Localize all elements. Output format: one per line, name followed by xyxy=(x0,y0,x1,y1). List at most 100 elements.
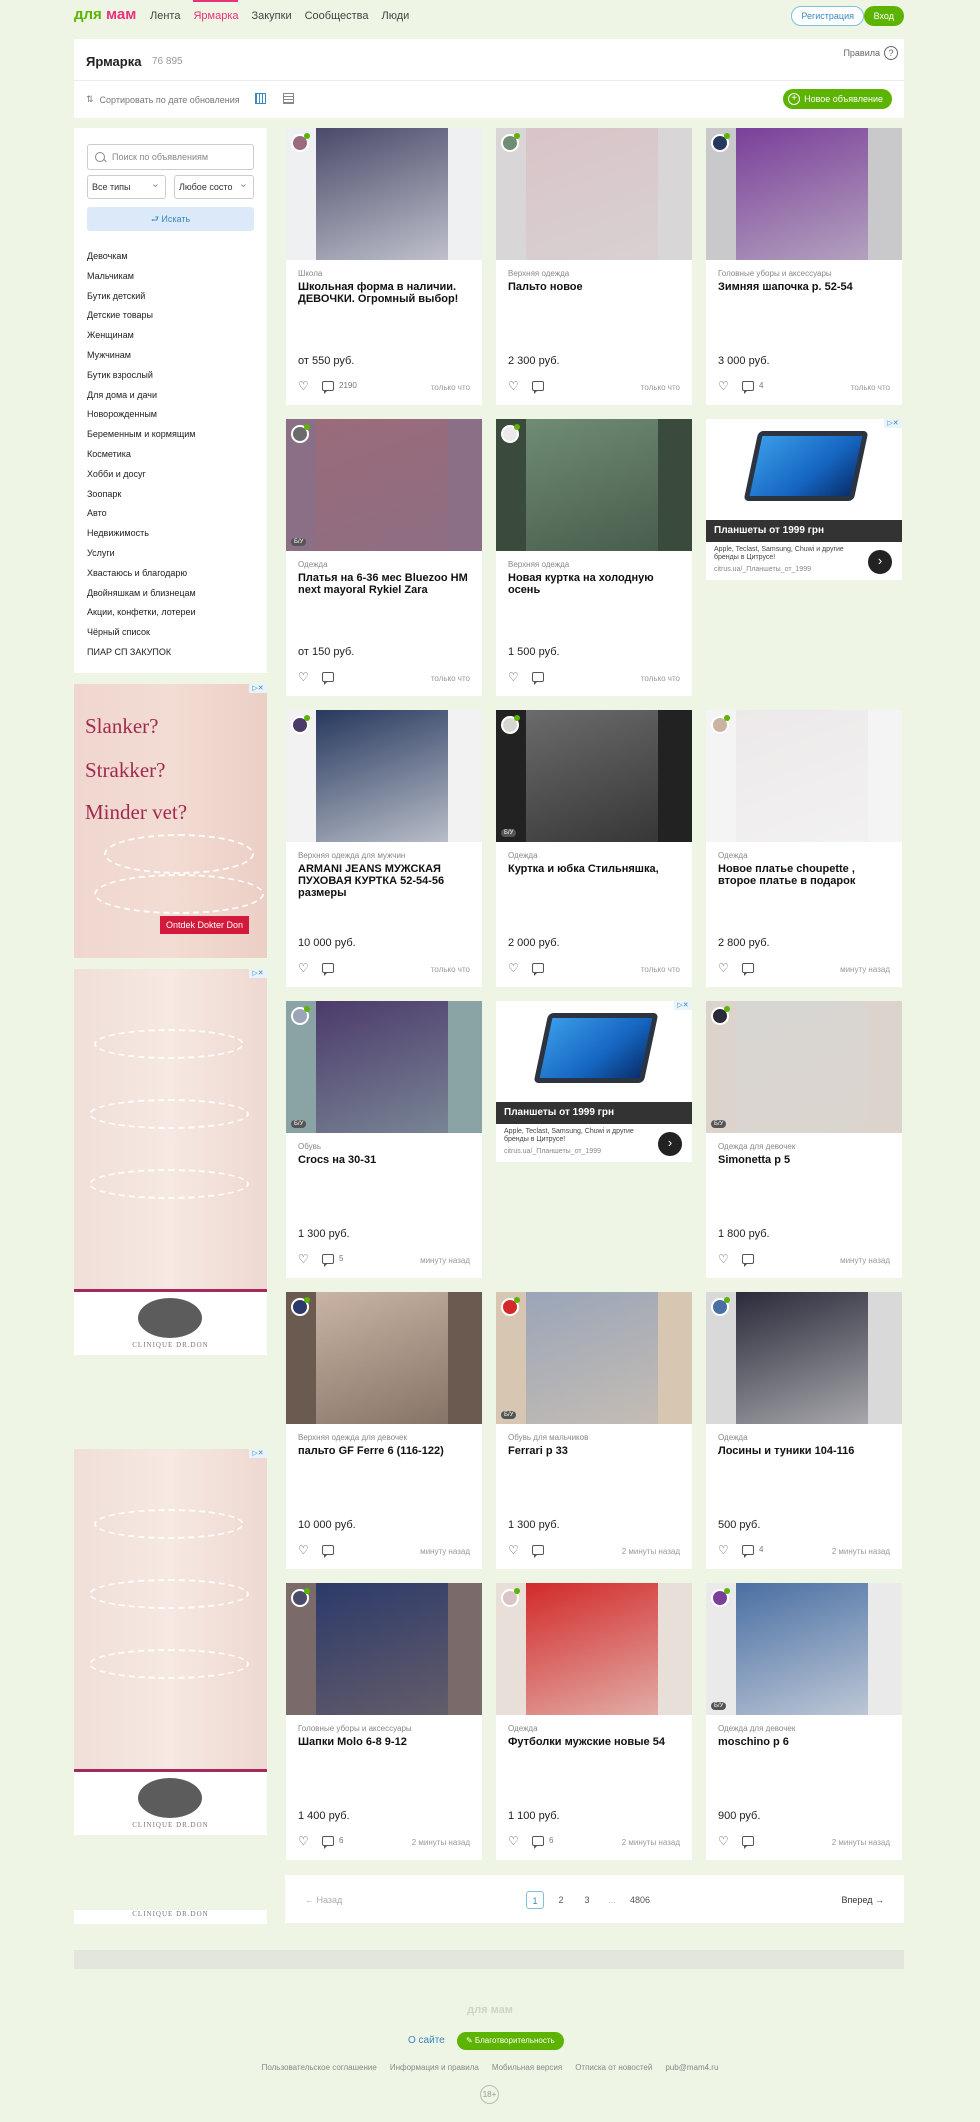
ad-choices-icon[interactable]: ▷✕ xyxy=(249,1449,267,1458)
listing-card[interactable]: Одежда Футболки мужские новые 54 1 100 руб… xyxy=(496,1583,692,1860)
comment-icon[interactable] xyxy=(322,963,334,976)
comment-icon[interactable] xyxy=(532,1545,544,1558)
seller-avatar[interactable] xyxy=(501,424,520,443)
listing-category[interactable]: Одежда xyxy=(508,1724,538,1733)
seller-avatar[interactable] xyxy=(291,715,310,734)
listing-card[interactable]: Верхняя одежда для мужчин ARMANI JEANS МУ… xyxy=(286,710,482,987)
heart-icon[interactable]: ♡ xyxy=(298,380,309,392)
heart-icon[interactable]: ♡ xyxy=(298,671,309,683)
listing-title[interactable]: Simonetta р 5 xyxy=(718,1154,890,1166)
category-item[interactable]: Чёрный список xyxy=(87,627,196,647)
listing-category[interactable]: Обувь xyxy=(298,1142,321,1151)
listing-title[interactable]: Новое платье choupette , второе платье в… xyxy=(718,863,890,887)
list-view-icon[interactable] xyxy=(283,93,294,104)
heart-icon[interactable]: ♡ xyxy=(298,1835,309,1847)
comment-icon[interactable] xyxy=(532,1836,544,1849)
heart-icon[interactable]: ♡ xyxy=(718,1253,729,1265)
listing-card[interactable]: Б/У Одежда Платья на 6-36 мес Bluezoo HM n… xyxy=(286,419,482,696)
seller-avatar[interactable] xyxy=(501,1588,520,1607)
listing-title[interactable]: Зимняя шапочка р. 52-54 xyxy=(718,281,890,293)
footer-link[interactable]: Информация и правила xyxy=(390,2063,479,2072)
listing-photo[interactable]: Б/У xyxy=(286,419,482,551)
comment-icon[interactable] xyxy=(322,1836,334,1849)
listing-card[interactable]: Головные уборы и аксессуары Зимняя шапочк… xyxy=(706,128,902,405)
footer-link[interactable]: Отписка от новостей xyxy=(575,2063,652,2072)
listing-card[interactable]: Верхняя одежда для девочек пальто GF Ferr… xyxy=(286,1292,482,1569)
listing-photo[interactable]: Б/У xyxy=(496,710,692,842)
listing-card[interactable]: Б/У Обувь для мальчиков Ferrari р 33 1 300 … xyxy=(496,1292,692,1569)
comment-icon[interactable] xyxy=(532,672,544,685)
nav-communities[interactable]: Сообщества xyxy=(305,10,369,22)
category-item[interactable]: Услуги xyxy=(87,548,196,568)
search-button[interactable]: ⮐ Искать xyxy=(87,207,254,231)
heart-icon[interactable]: ♡ xyxy=(298,1253,309,1265)
listing-category[interactable]: Одежда xyxy=(508,851,538,860)
category-item[interactable]: Бутик детский xyxy=(87,291,196,311)
category-item[interactable]: Мужчинам xyxy=(87,350,196,370)
listing-category[interactable]: Обувь для мальчиков xyxy=(508,1433,588,1442)
comment-icon[interactable] xyxy=(322,1545,334,1558)
rules-link[interactable]: Правила? xyxy=(843,46,898,60)
ad-choices-icon[interactable]: ▷✕ xyxy=(884,419,902,428)
seller-avatar[interactable] xyxy=(501,715,520,734)
arrow-right-icon[interactable]: › xyxy=(658,1132,682,1156)
listing-title[interactable]: Ferrari р 33 xyxy=(508,1445,680,1457)
comment-icon[interactable] xyxy=(742,381,754,394)
grid-ad-banner[interactable]: ▷✕ Планшеты от 1999 грн Apple, Teclast, Sa… xyxy=(496,1001,692,1162)
listing-category[interactable]: Одежда для девочек xyxy=(718,1724,795,1733)
heart-icon[interactable]: ♡ xyxy=(508,380,519,392)
side-ad-banner[interactable]: ▷✕ CLINIQUE DR.DON xyxy=(74,1449,267,1835)
listing-photo[interactable]: Б/У xyxy=(706,1583,902,1715)
listing-category[interactable]: Одежда для девочек xyxy=(718,1142,795,1151)
category-item[interactable]: Новорожденным xyxy=(87,409,196,429)
heart-icon[interactable]: ♡ xyxy=(298,1544,309,1556)
comment-icon[interactable] xyxy=(742,963,754,976)
heart-icon[interactable]: ♡ xyxy=(298,962,309,974)
category-item[interactable]: Хвастаюсь и благодарю xyxy=(87,568,196,588)
footer-link[interactable]: pub@mam4.ru xyxy=(665,2063,718,2072)
category-item[interactable]: Мальчикам xyxy=(87,271,196,291)
register-button[interactable]: Регистрация xyxy=(791,6,864,26)
footer-link[interactable]: Мобильная версия xyxy=(492,2063,562,2072)
listing-title[interactable]: Школьная форма в наличии. ДЕВОЧКИ. Огром… xyxy=(298,281,470,305)
category-item[interactable]: Женщинам xyxy=(87,330,196,350)
listing-category[interactable]: Верхняя одежда для мужчин xyxy=(298,851,405,860)
charity-button[interactable]: ✎ Благотворительность xyxy=(457,2032,564,2050)
category-item[interactable]: ПИАР СП ЗАКУПОК xyxy=(87,647,196,667)
page-1-button[interactable]: 1 xyxy=(526,1891,544,1909)
category-item[interactable]: Бутик взрослый xyxy=(87,370,196,390)
heart-icon[interactable]: ♡ xyxy=(508,671,519,683)
listing-category[interactable]: Одежда xyxy=(298,560,328,569)
sort-button[interactable]: ⇅ Сортировать по дате обновления xyxy=(86,94,240,105)
listing-title[interactable]: Платья на 6-36 мес Bluezoo HM next mayor… xyxy=(298,572,470,596)
category-item[interactable]: Недвижимость xyxy=(87,528,196,548)
heart-icon[interactable]: ♡ xyxy=(718,380,729,392)
category-item[interactable]: Зоопарк xyxy=(87,489,196,509)
seller-avatar[interactable] xyxy=(291,424,310,443)
category-item[interactable]: Для дома и дачи xyxy=(87,390,196,410)
seller-avatar[interactable] xyxy=(711,1588,730,1607)
seller-avatar[interactable] xyxy=(501,133,520,152)
heart-icon[interactable]: ♡ xyxy=(718,1544,729,1556)
listing-card[interactable]: Б/У Одежда для девочек Simonetta р 5 1 800 … xyxy=(706,1001,902,1278)
listing-title[interactable]: Куртка и юбка Стильняшка, xyxy=(508,863,680,875)
nav-people[interactable]: Люди xyxy=(382,10,410,22)
ad-choices-icon[interactable]: ▷✕ xyxy=(674,1001,692,1010)
listing-category[interactable]: Школа xyxy=(298,269,322,278)
listing-title[interactable]: Пальто новое xyxy=(508,281,680,293)
last-page-button[interactable]: 4806 xyxy=(630,1891,650,1909)
listing-photo[interactable] xyxy=(496,1583,692,1715)
listing-category[interactable]: Одежда xyxy=(718,1433,748,1442)
side-ad-banner[interactable]: ▷✕ Slanker? Strakker? Minder vet? Ontdek… xyxy=(74,684,267,958)
nav-purchases[interactable]: Закупки xyxy=(251,10,291,22)
listing-title[interactable]: пальто GF Ferre 6 (116-122) xyxy=(298,1445,470,1457)
listing-card[interactable]: Б/У Одежда Куртка и юбка Стильняшка, 2 000 … xyxy=(496,710,692,987)
comment-icon[interactable] xyxy=(322,672,334,685)
seller-avatar[interactable] xyxy=(501,1297,520,1316)
comment-icon[interactable] xyxy=(742,1254,754,1267)
seller-avatar[interactable] xyxy=(711,715,730,734)
ad-choices-icon[interactable]: ▷✕ xyxy=(249,684,267,693)
listing-title[interactable]: Crocs на 30-31 xyxy=(298,1154,470,1166)
footer-link[interactable]: Пользовательское соглашение xyxy=(262,2063,377,2072)
listing-card[interactable]: Головные уборы и аксессуары Шапки Molo 6-… xyxy=(286,1583,482,1860)
